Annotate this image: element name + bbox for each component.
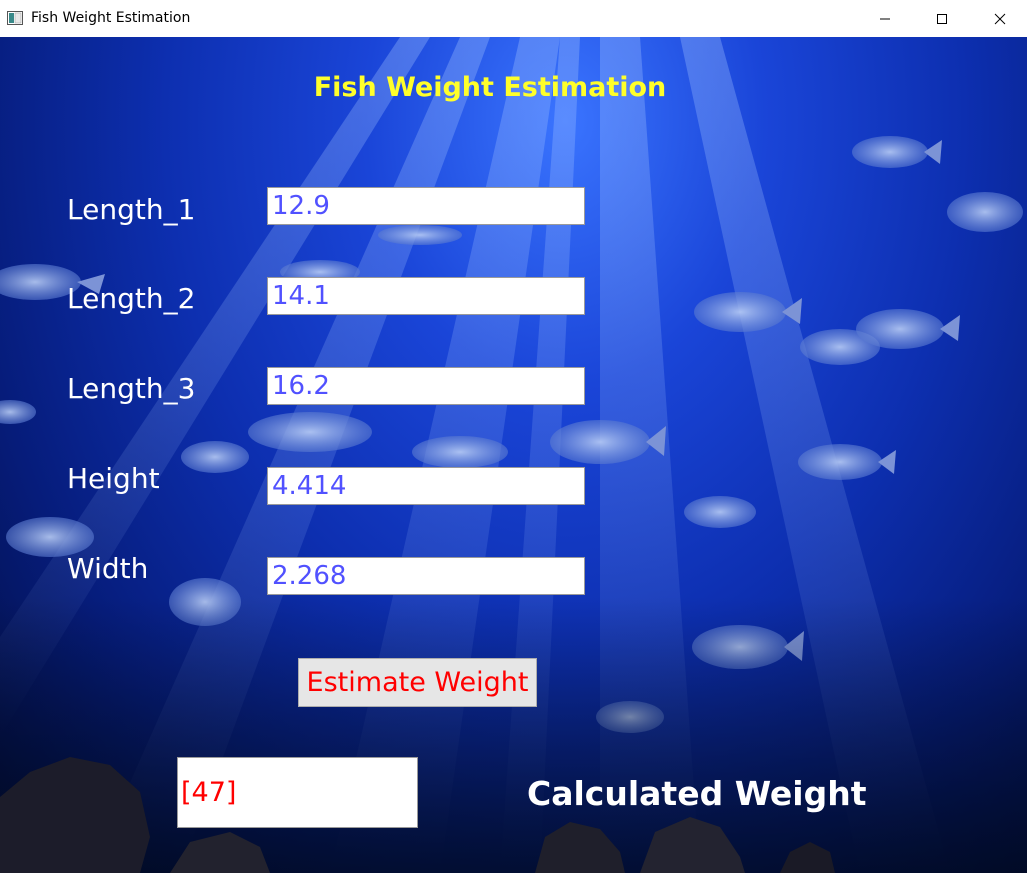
close-button[interactable] [977,0,1023,37]
app-heading: Fish Weight Estimation [313,72,667,103]
minimize-button[interactable] [862,0,908,37]
app-canvas: Fish Weight Estimation Length_1 Length_2… [0,37,1027,873]
maximize-icon [937,13,947,24]
close-icon [994,13,1006,24]
length-1-label: Length_1 [67,193,196,226]
minimize-icon [880,18,890,19]
app-window: Fish Weight Estimation Fish Weight Estim… [0,0,1027,873]
height-label: Height [67,462,160,495]
estimate-weight-button[interactable]: Estimate Weight [298,658,537,707]
length-3-input[interactable] [267,367,585,405]
width-label: Width [67,552,149,585]
result-output: [47] [177,757,418,828]
length-2-label: Length_2 [67,282,196,315]
title-bar: Fish Weight Estimation [0,0,1027,37]
width-input[interactable] [267,557,585,595]
calculated-weight-label: Calculated Weight [527,774,867,813]
height-input[interactable] [267,467,585,505]
maximize-button[interactable] [919,0,965,37]
underwater-background [0,37,1027,873]
app-window-icon [7,11,23,25]
length-1-input[interactable] [267,187,585,225]
length-3-label: Length_3 [67,372,196,405]
window-title: Fish Weight Estimation [31,10,191,26]
length-2-input[interactable] [267,277,585,315]
